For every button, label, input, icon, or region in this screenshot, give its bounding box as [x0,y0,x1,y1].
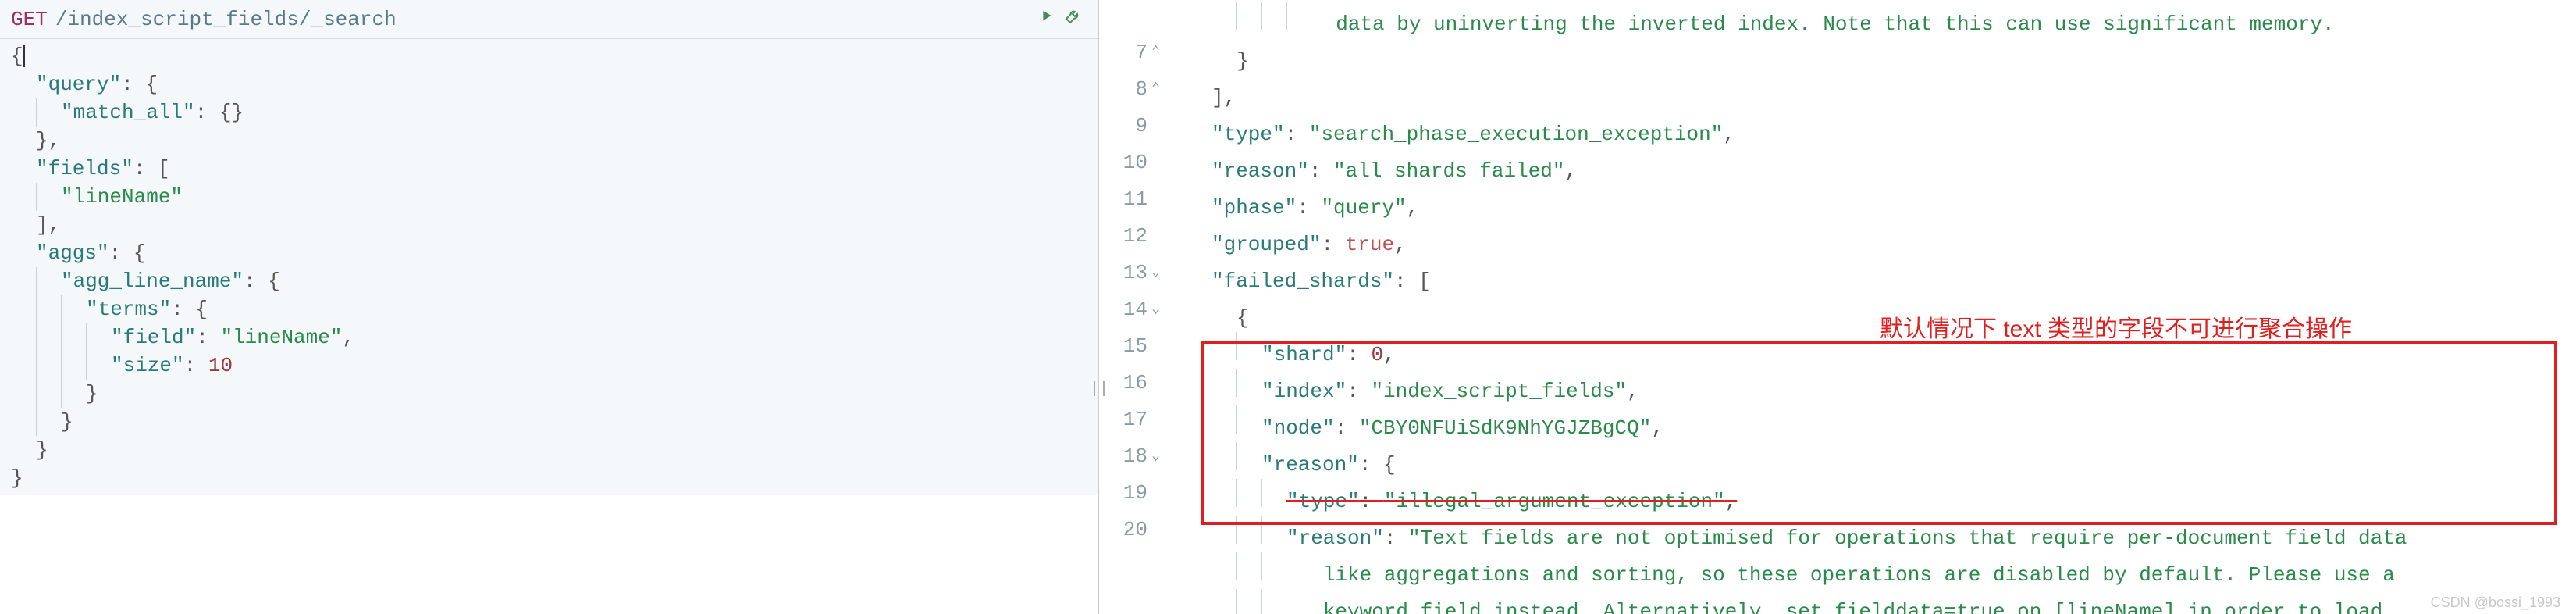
annotation-callout: 默认情况下 text 类型的字段不可进行聚合操作 [1880,309,2352,344]
response-body[interactable]: data by uninverting the inverted index. … [1099,0,2567,614]
line-number: 8⌃ [1099,75,1162,112]
line-number: 18⌄ [1099,442,1162,479]
fold-down-icon[interactable]: ⌄ [1151,259,1160,287]
line-number: 20 [1099,516,1162,552]
response-line-wrap: keyword field instead. Alternatively, se… [1099,589,2567,614]
request-line[interactable]: { [11,42,1098,70]
request-line[interactable]: "aggs": { [11,239,1098,267]
request-line[interactable]: "query": { [11,70,1098,98]
response-line[interactable]: 18⌄"reason": { [1099,442,2567,479]
response-line[interactable]: 12"grouped": true, [1099,222,2567,259]
line-number: 12 [1099,222,1162,259]
request-line[interactable]: "field": "lineName", [11,323,1098,352]
response-line[interactable]: 10"reason": "all shards failed", [1099,148,2567,185]
response-line[interactable]: 7⌃} [1099,38,2567,75]
request-line[interactable]: } [11,464,1098,492]
request-line[interactable]: "size": 10 [11,352,1098,380]
request-line[interactable]: "agg_line_name": { [11,267,1098,295]
wrench-icon[interactable] [1064,6,1083,31]
response-line[interactable]: 11"phase": "query", [1099,185,2567,222]
response-line[interactable]: 19"type": "illegal_argument_exception", [1099,479,2567,516]
request-body-editor[interactable]: {"query": {"match_all": {}},"fields": ["… [0,39,1098,495]
response-line[interactable]: 16"index": "index_script_fields", [1099,369,2567,405]
response-line[interactable]: 13⌄"failed_shards": [ [1099,259,2567,295]
request-pane: GET /index_script_fields/_search {"query… [0,0,1099,614]
line-number: 9 [1099,112,1162,148]
line-number: 10 [1099,148,1162,185]
line-number: 14⌄ [1099,295,1162,332]
watermark-text: CSDN @bossi_1993 [2431,594,2560,611]
line-number: 19 [1099,479,1162,516]
fold-down-icon[interactable]: ⌄ [1151,442,1160,470]
response-line-wrap: like aggregations and sorting, so these … [1099,552,2567,589]
run-icon[interactable] [1037,7,1055,30]
response-line[interactable]: 8⌃], [1099,75,2567,112]
fold-down-icon[interactable]: ⌄ [1151,295,1160,323]
request-line[interactable]: "fields": [ [11,155,1098,183]
request-line[interactable]: "lineName" [11,183,1098,211]
response-pane: data by uninverting the inverted index. … [1099,0,2567,614]
fold-up-icon[interactable]: ⌃ [1151,75,1160,103]
request-line[interactable]: ], [11,211,1098,239]
response-line[interactable]: 17"node": "CBY0NFUiSdK9NhYGJZBgCQ", [1099,405,2567,442]
request-line[interactable]: } [11,380,1098,408]
request-line[interactable]: "terms": { [11,295,1098,323]
pane-divider-handle-icon[interactable]: || [1093,375,1105,403]
line-number: 7⌃ [1099,38,1162,75]
response-line: data by uninverting the inverted index. … [1099,2,2567,38]
endpoint-path: /index_script_fields/_search [55,8,397,31]
request-actions [1037,6,1083,31]
request-line[interactable]: } [11,436,1098,464]
http-method: GET [11,8,48,31]
line-number: 11 [1099,185,1162,222]
line-number: 13⌄ [1099,259,1162,295]
response-line[interactable]: 20"reason": "Text fields are not optimis… [1099,516,2567,552]
request-first-line[interactable]: GET /index_script_fields/_search [0,0,1098,39]
response-line[interactable]: 9"type": "search_phase_execution_excepti… [1099,112,2567,148]
request-line[interactable]: } [11,408,1098,436]
request-line[interactable]: }, [11,127,1098,155]
fold-up-icon[interactable]: ⌃ [1151,38,1160,66]
line-number: 17 [1099,405,1162,442]
request-line[interactable]: "match_all": {} [11,98,1098,127]
line-number: 15 [1099,332,1162,369]
